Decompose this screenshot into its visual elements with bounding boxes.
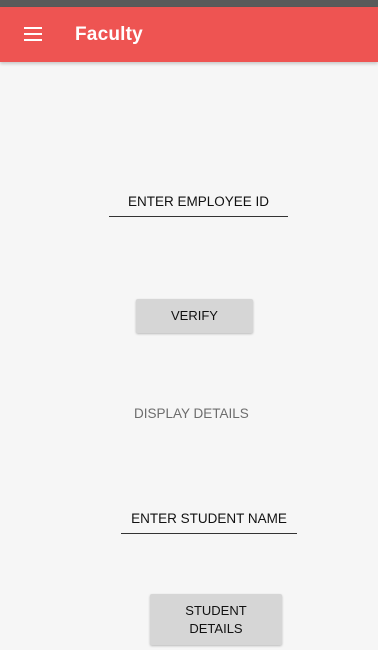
student-name-placeholder: ENTER STUDENT NAME: [131, 511, 287, 526]
status-bar: [0, 0, 378, 7]
faculty-screen: Faculty ENTER EMPLOYEE ID VERIFY DISPLAY…: [0, 0, 378, 650]
employee-id-placeholder: ENTER EMPLOYEE ID: [127, 194, 270, 209]
student-details-label-line1: STUDENT: [185, 602, 247, 618]
display-details-text: DISPLAY DETAILS: [134, 406, 249, 421]
app-bar: Faculty: [0, 7, 378, 62]
page-title: Faculty: [75, 24, 143, 45]
employee-id-input[interactable]: ENTER EMPLOYEE ID: [109, 194, 288, 217]
student-details-label-line2: DETAILS: [189, 620, 243, 636]
student-name-input[interactable]: ENTER STUDENT NAME: [121, 511, 297, 534]
hamburger-menu-icon[interactable]: [22, 23, 44, 45]
student-details-button[interactable]: STUDENT DETAILS: [150, 594, 282, 645]
verify-button[interactable]: VERIFY: [136, 299, 253, 333]
